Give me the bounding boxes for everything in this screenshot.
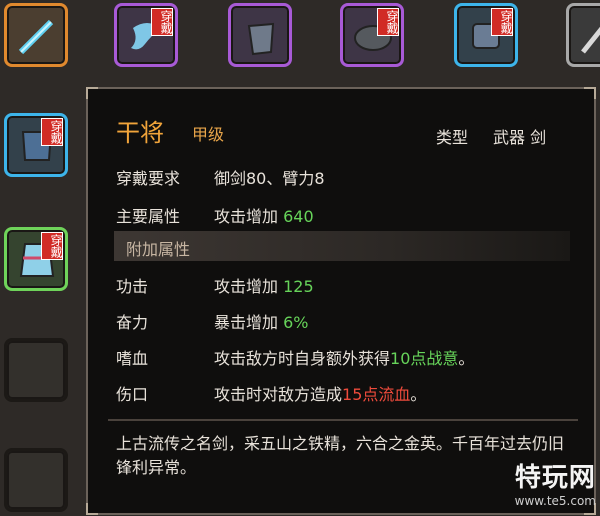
inventory-slot-robe[interactable]: 穿戴 xyxy=(4,227,68,291)
item-grade: 甲级 xyxy=(192,125,225,144)
requirement-value: 御剑80、臂力8 xyxy=(214,169,325,188)
equipped-badge: 穿戴 xyxy=(41,232,63,260)
extra-attr-prefix: 攻击增加 xyxy=(214,277,279,296)
inventory-slot-blade[interactable] xyxy=(566,3,600,67)
main-attr-number: 640 xyxy=(283,207,314,226)
equipped-badge: 穿戴 xyxy=(491,8,513,36)
watermark-logo-text: 特玩网 xyxy=(514,463,596,493)
extra-attr-label: 伤口 xyxy=(116,385,149,404)
inventory-slot-glove[interactable]: 穿戴 xyxy=(454,3,518,67)
extra-attr-prefix: 暴击增加 xyxy=(214,313,279,332)
extra-attr-prefix: 攻击时对敌方造成 xyxy=(214,385,343,404)
item-tooltip: 干将 甲级 类型 武器 剑 穿戴要求 御剑80、臂力8 主要属性 攻击增加 64… xyxy=(86,87,596,515)
extra-attr-value: 攻击敌方时自身额外获得10点战意。 xyxy=(214,345,474,369)
description-divider xyxy=(108,419,578,421)
extra-attr-label: 嗜血 xyxy=(116,349,149,368)
extra-attr-highlight: 10点战意 xyxy=(390,349,459,368)
inventory-slot-hat[interactable]: 穿戴 xyxy=(340,3,404,67)
equipped-badge: 穿戴 xyxy=(151,8,173,36)
inventory-slot-armor[interactable]: 穿戴 xyxy=(4,113,68,177)
extra-attr-number: 6% xyxy=(283,313,309,332)
inventory-slot-empty[interactable] xyxy=(4,448,68,512)
main-attr-value: 攻击增加 640 xyxy=(214,203,314,227)
extra-attr-value: 暴击增加 6% xyxy=(214,309,309,333)
inventory-slot-pouch[interactable] xyxy=(228,3,292,67)
inventory-slot-scarf[interactable]: 穿戴 xyxy=(114,3,178,67)
inventory-slot-empty[interactable] xyxy=(4,338,68,402)
extra-attr-suffix: 。 xyxy=(458,349,475,368)
extra-attr-number: 125 xyxy=(283,277,314,296)
inventory-slot-sword[interactable] xyxy=(4,3,68,67)
blade-icon xyxy=(581,26,600,54)
extra-attr-prefix: 攻击敌方时自身额外获得 xyxy=(214,349,391,368)
main-attr-label: 主要属性 xyxy=(116,207,181,226)
tooltip-corner xyxy=(86,87,98,99)
site-watermark: 特玩网 www.te5.com xyxy=(515,457,596,508)
extra-attr-value: 攻击增加 125 xyxy=(214,273,314,297)
watermark-url: www.te5.com xyxy=(514,494,596,508)
extra-attr-value: 攻击时对敌方造成15点流血。 xyxy=(214,381,426,405)
extra-attr-label: 奋力 xyxy=(116,313,149,332)
item-type-label: 类型 xyxy=(436,128,469,147)
tooltip-corner xyxy=(584,87,596,99)
item-type-value: 武器 剑 xyxy=(493,128,547,147)
pouch-icon xyxy=(247,22,275,56)
item-name: 干将 xyxy=(116,119,164,147)
equipped-badge: 穿戴 xyxy=(377,8,399,36)
extra-attr-section-title: 附加属性 xyxy=(126,240,191,259)
equipped-badge: 穿戴 xyxy=(41,118,63,146)
extra-attr-suffix: 。 xyxy=(410,385,427,404)
extra-attr-label: 功击 xyxy=(116,277,149,296)
main-attr-prefix: 攻击增加 xyxy=(214,207,279,226)
sword-icon xyxy=(18,19,54,55)
extra-attr-highlight: 15点流血 xyxy=(342,385,411,404)
requirement-label: 穿戴要求 xyxy=(116,169,181,188)
tooltip-corner xyxy=(86,503,98,515)
item-description: 上古流传之名剑，采五山之铁精，六合之金英。千百年过去仍旧锋利异常。 xyxy=(116,434,565,477)
